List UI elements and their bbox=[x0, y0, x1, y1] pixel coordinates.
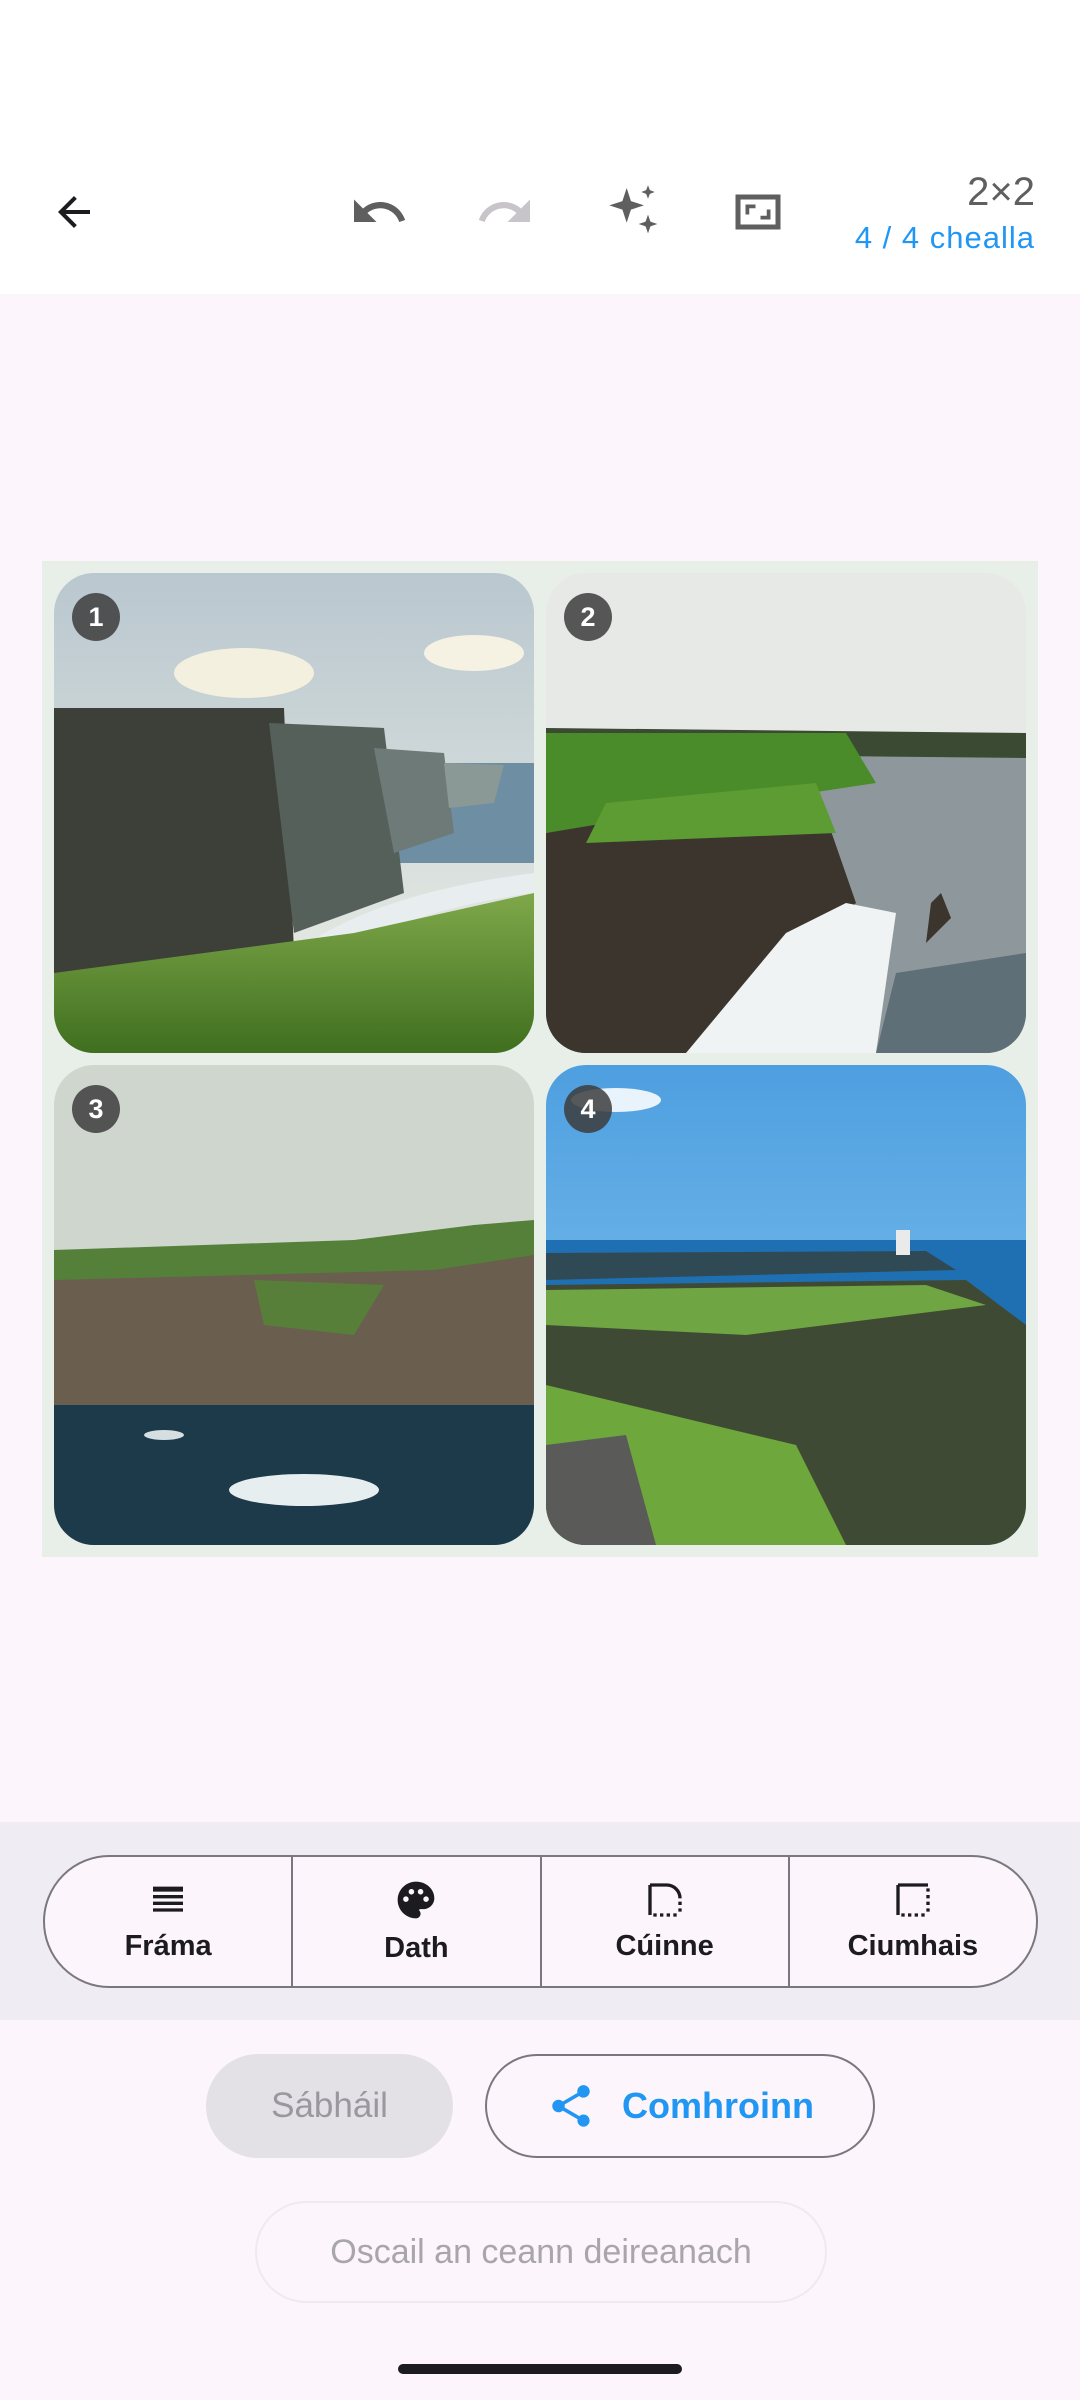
home-indicator[interactable] bbox=[398, 2364, 682, 2374]
share-icon bbox=[552, 2085, 590, 2127]
tool-label: Ciumhais bbox=[847, 1930, 979, 1962]
open-last-button[interactable]: Oscail an ceann deireanach bbox=[255, 2201, 827, 2303]
corner-icon bbox=[647, 1883, 682, 1917]
collage-cell-4[interactable]: 4 bbox=[546, 1065, 1026, 1545]
undo-icon bbox=[354, 199, 406, 222]
magic-button[interactable] bbox=[584, 164, 680, 260]
back-button[interactable] bbox=[26, 164, 122, 260]
arrow-left-icon bbox=[58, 196, 90, 228]
grid-info: 2×2 4 / 4 chealla bbox=[855, 166, 1035, 258]
cliffs-photo-4 bbox=[546, 1065, 1026, 1545]
share-button[interactable]: Comhroinn bbox=[485, 2054, 875, 2158]
collage-cell-2[interactable]: 2 bbox=[546, 573, 1026, 1053]
redo-icon bbox=[478, 199, 530, 222]
grid-size-label: 2×2 bbox=[967, 170, 1035, 214]
cliffs-photo-1 bbox=[54, 573, 534, 1053]
border-icon bbox=[896, 1883, 930, 1917]
cliffs-photo-2 bbox=[546, 573, 1026, 1053]
cell-count-label: 4 / 4 chealla bbox=[854, 220, 1035, 255]
tool-label: Cúinne bbox=[615, 1930, 714, 1962]
palette-icon bbox=[398, 1881, 435, 1919]
cell-number-badge: 1 bbox=[72, 593, 120, 641]
cliffs-photo-3 bbox=[54, 1065, 534, 1545]
collage-cell-3[interactable]: 3 bbox=[54, 1065, 534, 1545]
cell-number-badge: 3 bbox=[72, 1085, 120, 1133]
fit-screen-button[interactable] bbox=[710, 164, 806, 260]
tool-border[interactable]: Ciumhais bbox=[790, 1857, 1036, 1986]
save-button[interactable]: Sábháil bbox=[206, 2054, 453, 2158]
tool-corner[interactable]: Cúinne bbox=[542, 1857, 790, 1986]
tool-label: Fráma bbox=[124, 1930, 212, 1962]
undo-button[interactable] bbox=[331, 164, 427, 260]
collage-cell-1[interactable]: 1 bbox=[54, 573, 534, 1053]
style-tools-segmented: Fráma Dath Cúinne Ciumhais bbox=[43, 1855, 1038, 1988]
cell-number-badge: 2 bbox=[564, 593, 612, 641]
cell-number-badge: 4 bbox=[564, 1085, 612, 1133]
fit-screen-icon bbox=[735, 194, 781, 230]
collage-grid: 1 2 3 4 bbox=[42, 561, 1038, 1557]
top-toolbar: 2×2 4 / 4 chealla bbox=[0, 0, 1080, 294]
frame-icon bbox=[153, 1886, 184, 1912]
tool-color[interactable]: Dath bbox=[293, 1857, 542, 1986]
redo-button[interactable] bbox=[457, 164, 553, 260]
tool-frame[interactable]: Fráma bbox=[45, 1857, 294, 1986]
share-label: Comhroinn bbox=[622, 2085, 814, 2126]
sparkle-icon bbox=[609, 185, 658, 234]
tool-label: Dath bbox=[384, 1932, 449, 1964]
